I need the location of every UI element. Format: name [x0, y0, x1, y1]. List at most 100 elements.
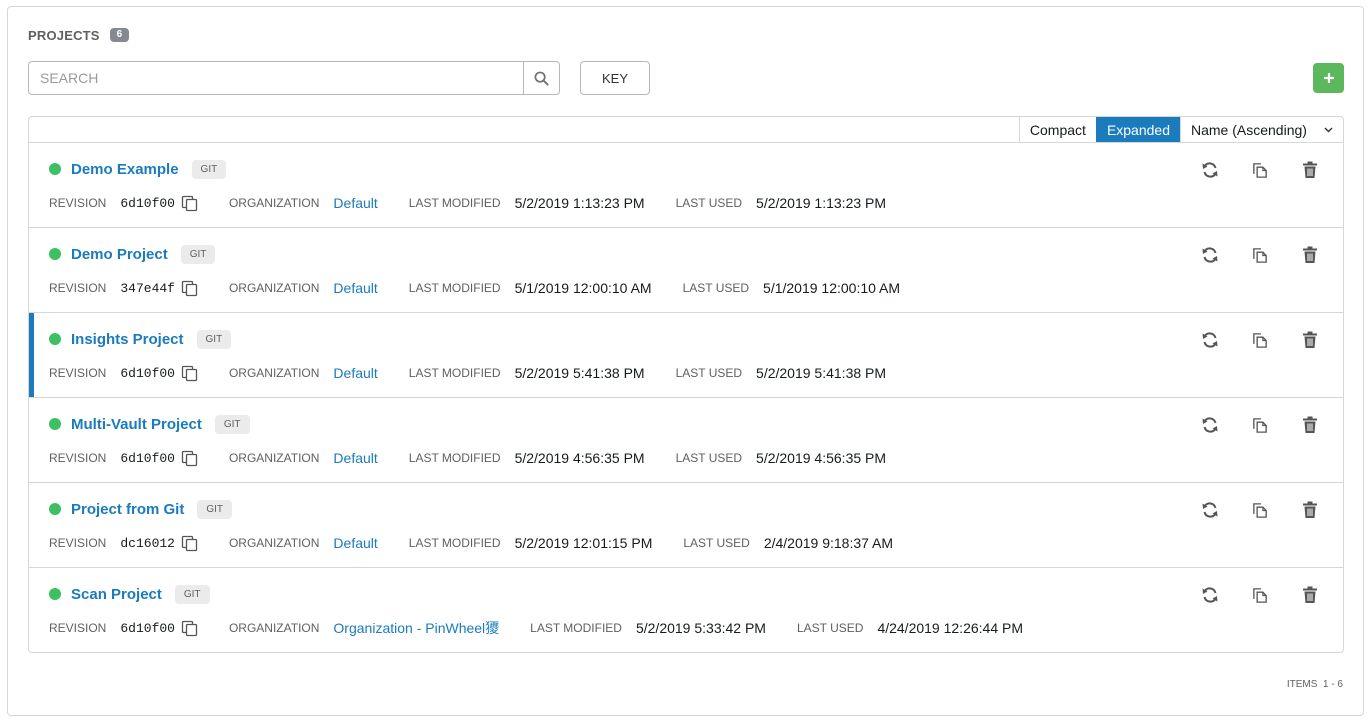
search-bar [28, 61, 560, 95]
last-used-value: 2/4/2019 9:18:37 AM [763, 535, 894, 551]
organization-label: ORGANIZATION [228, 366, 320, 380]
status-indicator[interactable] [49, 418, 61, 430]
copy-revision-button[interactable] [181, 280, 198, 297]
project-name-link[interactable]: Scan Project [71, 586, 162, 603]
sync-project-button[interactable] [1201, 586, 1219, 604]
project-row: Insights Project GIT REVISION 6d10f00 OR… [29, 313, 1343, 398]
duplicate-icon [1253, 247, 1267, 263]
scm-type-tag: GIT [180, 244, 216, 264]
duplicate-icon [1253, 417, 1267, 433]
copy-revision-button[interactable] [181, 365, 198, 382]
delete-project-button[interactable] [1301, 161, 1319, 179]
project-name-link[interactable]: Multi-Vault Project [71, 416, 202, 433]
project-name-link[interactable]: Insights Project [71, 331, 184, 348]
copy-project-button[interactable] [1251, 416, 1269, 434]
expanded-toggle[interactable]: Expanded [1095, 117, 1180, 142]
row-actions [1201, 416, 1319, 434]
last-used-label: LAST USED [675, 366, 743, 380]
delete-project-button[interactable] [1301, 246, 1319, 264]
last-modified-label: LAST MODIFIED [408, 536, 501, 550]
search-button[interactable] [523, 62, 559, 94]
copy-revision-button[interactable] [181, 195, 198, 212]
copy-project-button[interactable] [1251, 161, 1269, 179]
revision-value: 6d10f00 [120, 620, 175, 636]
last-used-label: LAST USED [796, 621, 864, 635]
copy-revision-button[interactable] [181, 450, 198, 467]
last-used-value: 5/2/2019 1:13:23 PM [756, 195, 887, 211]
revision-label: REVISION [49, 451, 107, 465]
sync-project-button[interactable] [1201, 246, 1219, 264]
compact-toggle[interactable]: Compact [1018, 117, 1096, 142]
delete-project-button[interactable] [1301, 586, 1319, 604]
project-row-header: Demo Project GIT [49, 244, 216, 264]
sync-project-button[interactable] [1201, 331, 1219, 349]
project-name-link[interactable]: Demo Project [71, 246, 168, 263]
project-row: Demo Example GIT REVISION 6d10f00 ORGANI… [29, 143, 1343, 228]
copy-icon [181, 195, 198, 211]
project-row-details: REVISION 6d10f00 ORGANIZATION Organizati… [49, 619, 1054, 637]
copy-project-button[interactable] [1251, 501, 1269, 519]
sync-icon [1202, 502, 1218, 518]
last-modified-value: 5/2/2019 5:33:42 PM [635, 620, 766, 636]
duplicate-icon [1253, 162, 1267, 178]
organization-link[interactable]: Default [333, 195, 377, 211]
trash-icon [1303, 246, 1317, 263]
trash-icon [1303, 416, 1317, 433]
last-used-value: 4/24/2019 12:26:44 PM [877, 620, 1023, 636]
status-indicator[interactable] [49, 248, 61, 260]
project-name-link[interactable]: Project from Git [71, 501, 184, 518]
key-button[interactable]: KEY [580, 61, 650, 95]
sync-project-button[interactable] [1201, 161, 1219, 179]
sync-icon [1202, 587, 1218, 603]
copy-icon [181, 535, 198, 551]
organization-link[interactable]: Organization - PinWheel獿 [333, 618, 499, 638]
status-indicator[interactable] [49, 588, 61, 600]
copy-revision-button[interactable] [181, 620, 198, 637]
organization-label: ORGANIZATION [228, 536, 320, 550]
last-modified-label: LAST MODIFIED [408, 281, 501, 295]
organization-link[interactable]: Default [333, 280, 377, 296]
copy-project-button[interactable] [1251, 246, 1269, 264]
row-actions [1201, 161, 1319, 179]
copy-icon [181, 365, 198, 381]
sync-icon [1202, 162, 1218, 178]
last-modified-label: LAST MODIFIED [408, 196, 501, 210]
revision-value: 6d10f00 [120, 195, 175, 211]
last-modified-value: 5/2/2019 4:56:35 PM [514, 450, 645, 466]
sync-project-button[interactable] [1201, 416, 1219, 434]
sync-project-button[interactable] [1201, 501, 1219, 519]
delete-project-button[interactable] [1301, 331, 1319, 349]
organization-link[interactable]: Default [333, 450, 377, 466]
project-row-details: REVISION 347e44f ORGANIZATION Default LA… [49, 279, 931, 297]
organization-label: ORGANIZATION [228, 196, 320, 210]
last-modified-label: LAST MODIFIED [530, 621, 622, 635]
organization-link[interactable]: Default [333, 535, 377, 551]
status-indicator[interactable] [49, 503, 61, 515]
organization-link[interactable]: Default [333, 365, 377, 381]
revision-value: dc16012 [120, 535, 175, 551]
revision-value: 6d10f00 [120, 365, 175, 381]
project-row-header: Scan Project GIT [49, 584, 210, 604]
project-row-header: Project from Git GIT [49, 499, 233, 519]
add-project-button[interactable] [1313, 63, 1344, 93]
project-name-link[interactable]: Demo Example [71, 161, 179, 178]
copy-project-button[interactable] [1251, 586, 1269, 604]
scm-type-tag: GIT [191, 159, 227, 179]
row-actions [1201, 586, 1319, 604]
scm-type-tag: GIT [214, 414, 250, 434]
sync-icon [1202, 332, 1218, 348]
revision-label: REVISION [49, 196, 107, 210]
search-input[interactable] [29, 62, 523, 94]
status-indicator[interactable] [49, 163, 61, 175]
delete-project-button[interactable] [1301, 416, 1319, 434]
copy-project-button[interactable] [1251, 331, 1269, 349]
last-modified-label: LAST MODIFIED [408, 366, 501, 380]
delete-project-button[interactable] [1301, 501, 1319, 519]
copy-revision-button[interactable] [181, 535, 198, 552]
organization-label: ORGANIZATION [228, 621, 320, 635]
status-indicator[interactable] [49, 333, 61, 345]
last-modified-value: 5/1/2019 12:00:10 AM [514, 280, 652, 296]
sort-dropdown[interactable]: Name (Ascending) [1180, 117, 1343, 142]
project-row: Demo Project GIT REVISION 347e44f ORGANI… [29, 228, 1343, 313]
scm-type-tag: GIT [174, 584, 210, 604]
